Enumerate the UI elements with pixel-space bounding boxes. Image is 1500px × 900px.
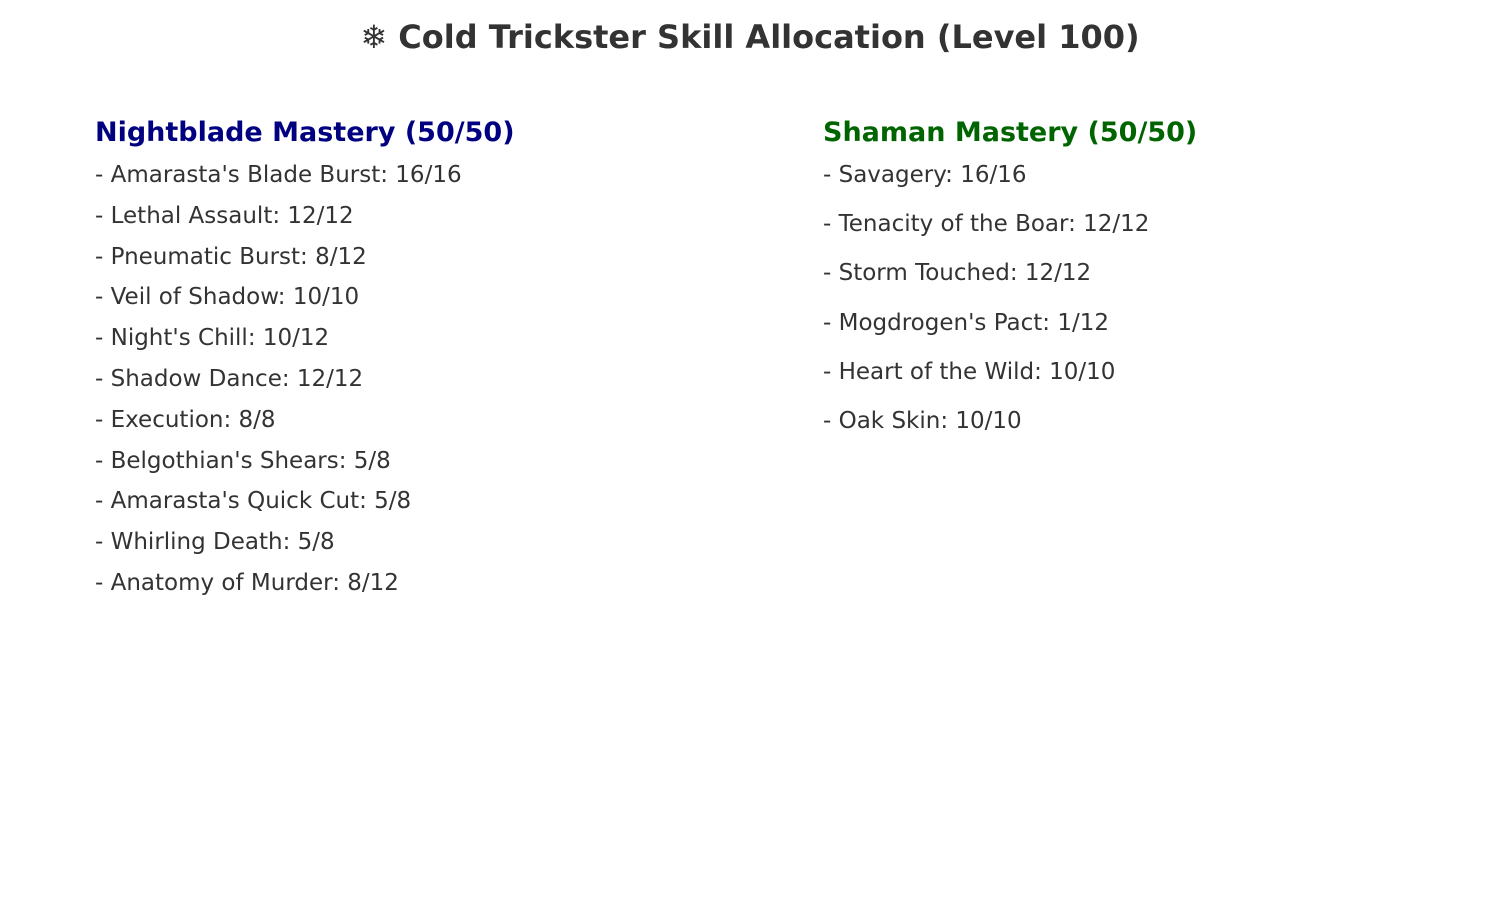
skill-oak-skin: - Oak Skin: 10/10 (823, 407, 1022, 434)
skill-veil-of-shadow: - Veil of Shadow: 10/10 (95, 284, 360, 311)
nightblade-mastery-heading: Nightblade Mastery (50/50) (95, 117, 515, 148)
shaman-skill-list: - Savagery: 16/16 - Tenacity of the Boar… (823, 158, 1197, 453)
skill-nights-chill: - Night's Chill: 10/12 (95, 325, 330, 352)
skill-amarastas-blade-burst: - Amarasta's Blade Burst: 16/16 (95, 162, 462, 188)
nightblade-mastery-section: Nightblade Mastery (50/50) - Amarasta's … (95, 114, 515, 607)
shaman-mastery-section: Shaman Mastery (50/50) - Savagery: 16/16… (823, 114, 1197, 453)
skill-anatomy-of-murder: - Anatomy of Murder: 8/12 (95, 569, 399, 596)
skill-savagery: - Savagery: 16/16 (823, 162, 1027, 188)
shaman-mastery-heading: Shaman Mastery (50/50) (823, 117, 1198, 148)
skill-amarastas-quick-cut: - Amarasta's Quick Cut: 5/8 (95, 488, 412, 515)
skill-mogdrogens-pact: - Mogdrogen's Pact: 1/12 (823, 309, 1109, 336)
skill-pneumatic-burst: - Pneumatic Burst: 8/12 (95, 243, 367, 270)
skill-heart-of-the-wild: - Heart of the Wild: 10/10 (823, 358, 1116, 385)
skill-whirling-death: - Whirling Death: 5/8 (95, 529, 335, 556)
skill-shadow-dance: - Shadow Dance: 12/12 (95, 365, 364, 392)
skill-storm-touched: - Storm Touched: 12/12 (823, 260, 1092, 287)
skill-belgothians-shears: - Belgothian's Shears: 5/8 (95, 447, 391, 474)
skill-lethal-assault: - Lethal Assault: 12/12 (95, 202, 354, 229)
skill-tenacity-of-the-boar: - Tenacity of the Boar: 12/12 (823, 211, 1150, 238)
nightblade-skill-list: - Amarasta's Blade Burst: 16/16 - Lethal… (95, 158, 515, 607)
page-title: ❄ Cold Trickster Skill Allocation (Level… (360, 18, 1140, 56)
skill-execution: - Execution: 8/8 (95, 406, 276, 433)
